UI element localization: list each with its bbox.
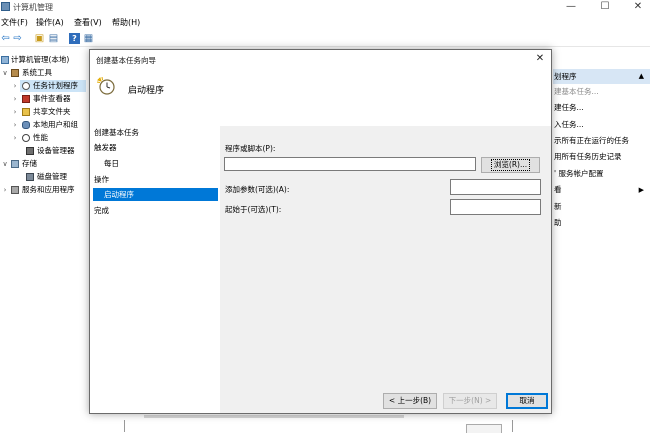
collapse-up-icon[interactable]: ▲ (639, 72, 644, 80)
tree-item-disk-management[interactable]: 磁盘管理 (0, 171, 90, 183)
tree-item-system-tools[interactable]: ∨ 系统工具 (0, 67, 90, 79)
help-icon[interactable]: ? (69, 33, 80, 44)
step-start-program: 启动程序 (104, 190, 134, 199)
maximize-button[interactable]: ☐ (594, 0, 616, 13)
dialog-header: 启动程序 (90, 68, 551, 126)
program-script-input[interactable] (224, 157, 476, 171)
properties-icon[interactable]: ▦ (83, 33, 94, 44)
start-in-label: 起始于(可选)(T): (225, 205, 282, 214)
program-script-label: 程序或脚本(P): (225, 144, 276, 153)
action-import-task[interactable]: 入任务... (554, 118, 584, 131)
task-clock-icon (97, 77, 115, 95)
cancel-button[interactable]: 取消 (506, 393, 548, 409)
back-arrow-icon[interactable]: ⇦ (0, 33, 11, 44)
tree-item-task-scheduler[interactable]: › 任务计划程序 (0, 80, 90, 92)
tree-item-storage[interactable]: ∨ 存储 (0, 158, 90, 170)
action-enable-history[interactable]: 用所有任务历史记录 (554, 150, 622, 163)
close-window-button[interactable]: ✕ (627, 0, 649, 13)
event-viewer-icon (22, 95, 30, 103)
tree-item-local-users[interactable]: › 本地用户和组 (0, 119, 90, 131)
action-help[interactable]: 助 (554, 216, 562, 229)
up-folder-icon[interactable]: ▣ (34, 33, 45, 44)
tree-item-shared-folders[interactable]: › 共享文件夹 (0, 106, 90, 118)
shared-folder-icon (22, 108, 30, 116)
back-button[interactable]: < 上一步(B) (383, 393, 437, 409)
chevron-right-icon[interactable]: › (11, 93, 19, 105)
background-divider (124, 420, 125, 432)
step-trigger: 触发器 (94, 143, 117, 152)
computer-icon (1, 56, 9, 64)
chevron-down-icon[interactable]: ∨ (1, 67, 9, 79)
tools-icon (11, 69, 19, 77)
window-title: 计算机管理 (13, 3, 53, 12)
chevron-right-icon[interactable]: › (11, 80, 19, 92)
tree-item-event-viewer[interactable]: › 事件查看器 (0, 93, 90, 105)
actions-header[interactable]: 划程序 ▲ (553, 69, 650, 84)
navigation-tree: 计算机管理(本地) ∨ 系统工具 › 任务计划程序 › 事件查看器 › 共享文件… (0, 53, 90, 432)
step-title: 启动程序 (128, 86, 165, 96)
performance-icon (22, 134, 30, 142)
chevron-right-icon[interactable]: › (1, 184, 9, 196)
create-basic-task-wizard: 创建基本任务向导 ✕ 启动程序 创建基本任务 触发器 每日 操作 启动程序 完成… (89, 49, 552, 414)
menu-view[interactable]: 查看(V) (74, 17, 102, 28)
tree-item-device-manager[interactable]: 设备管理器 (0, 145, 90, 157)
dialog-close-button[interactable]: ✕ (533, 52, 547, 66)
browse-button[interactable]: 浏览(R)... (481, 157, 540, 173)
show-pane-icon[interactable]: ▤ (48, 33, 59, 44)
step-create-basic-task: 创建基本任务 (94, 128, 139, 137)
computer-management-icon (1, 2, 10, 11)
chevron-right-icon[interactable]: › (11, 119, 19, 131)
actions-header-label: 划程序 (554, 72, 577, 81)
menubar: 文件(F) 操作(A) 查看(V) 帮助(H) (0, 15, 650, 29)
tree-item-computer-management[interactable]: 计算机管理(本地) (0, 54, 90, 66)
chevron-down-icon[interactable]: ∨ (1, 158, 9, 170)
chevron-right-icon[interactable]: › (11, 106, 19, 118)
disk-icon (26, 173, 34, 181)
toolbar: ⇦ ⇨ ▣ ▤ ? ▦ (0, 30, 650, 47)
action-view[interactable]: 看 (554, 183, 649, 196)
arguments-input[interactable] (450, 179, 541, 195)
action-create-task[interactable]: 建任务... (554, 101, 584, 114)
window-titlebar: 计算机管理 — ☐ ✕ (0, 0, 650, 15)
menu-action[interactable]: 操作(A) (36, 17, 64, 28)
step-finish: 完成 (94, 206, 109, 215)
arguments-label: 添加参数(可选)(A): (225, 185, 290, 194)
storage-icon (11, 160, 19, 168)
action-create-basic-task[interactable]: 建基本任务... (554, 85, 599, 98)
tree-item-performance[interactable]: › 性能 (0, 132, 90, 144)
wizard-step-list: 创建基本任务 触发器 每日 操作 启动程序 完成 (90, 126, 220, 413)
clock-icon (22, 82, 30, 90)
start-in-input[interactable] (450, 199, 541, 215)
step-action: 操作 (94, 175, 109, 184)
minimize-button[interactable]: — (560, 0, 582, 13)
users-icon (22, 121, 30, 129)
background-divider (512, 420, 513, 432)
tree-item-services-applications[interactable]: › 服务和应用程序 (0, 184, 90, 196)
chevron-right-icon[interactable]: › (11, 132, 19, 144)
actions-pane: 划程序 ▲ 建基本任务... 建任务... 入任务... 示所有正在运行的任务 … (553, 53, 650, 432)
dialog-titlebar: 创建基本任务向导 ✕ (90, 50, 551, 68)
device-manager-icon (26, 147, 34, 155)
action-service-account-config[interactable]: ' 服务帐户配置 (554, 167, 603, 180)
next-button[interactable]: 下一步(N) > (443, 393, 497, 409)
background-text-line (144, 415, 404, 418)
step-daily: 每日 (104, 159, 119, 168)
menu-help[interactable]: 帮助(H) (112, 17, 140, 28)
action-show-running-tasks[interactable]: 示所有正在运行的任务 (554, 134, 629, 147)
menu-file[interactable]: 文件(F) (1, 17, 28, 28)
dialog-title: 创建基本任务向导 (96, 56, 156, 65)
services-icon (11, 186, 19, 194)
action-refresh[interactable]: 新 (554, 200, 562, 213)
submenu-arrow-icon: ▶ (638, 186, 644, 194)
forward-arrow-icon[interactable]: ⇨ (12, 33, 23, 44)
